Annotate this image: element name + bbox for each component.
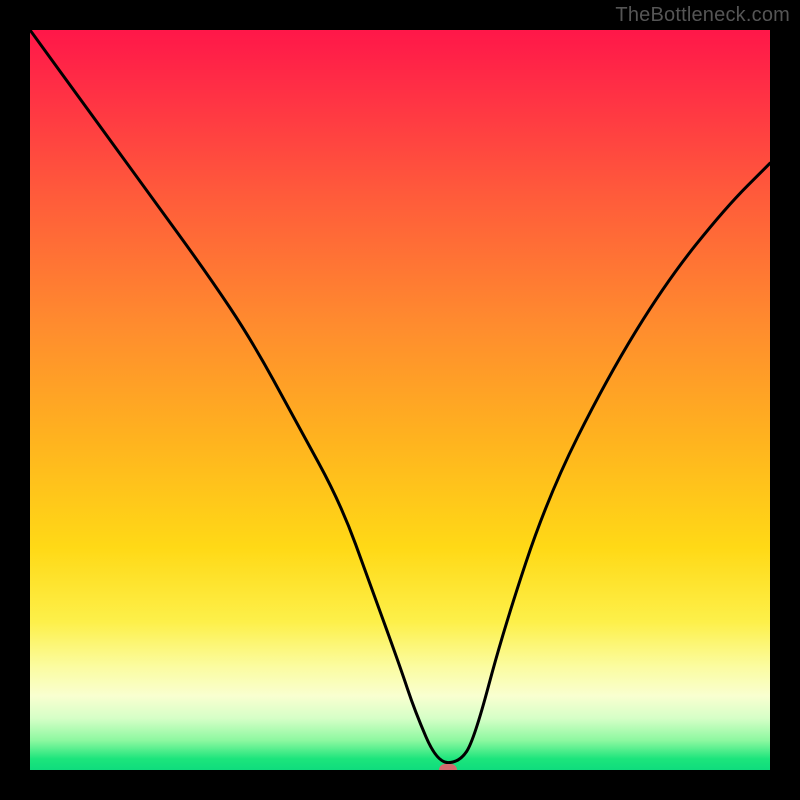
plot-area xyxy=(30,30,770,770)
curve-bottleneck-curve xyxy=(30,30,770,763)
watermark-text: TheBottleneck.com xyxy=(615,4,790,27)
chart-frame: TheBottleneck.com xyxy=(0,0,800,800)
chart-svg xyxy=(30,30,770,770)
optimal-point-marker xyxy=(439,764,457,770)
